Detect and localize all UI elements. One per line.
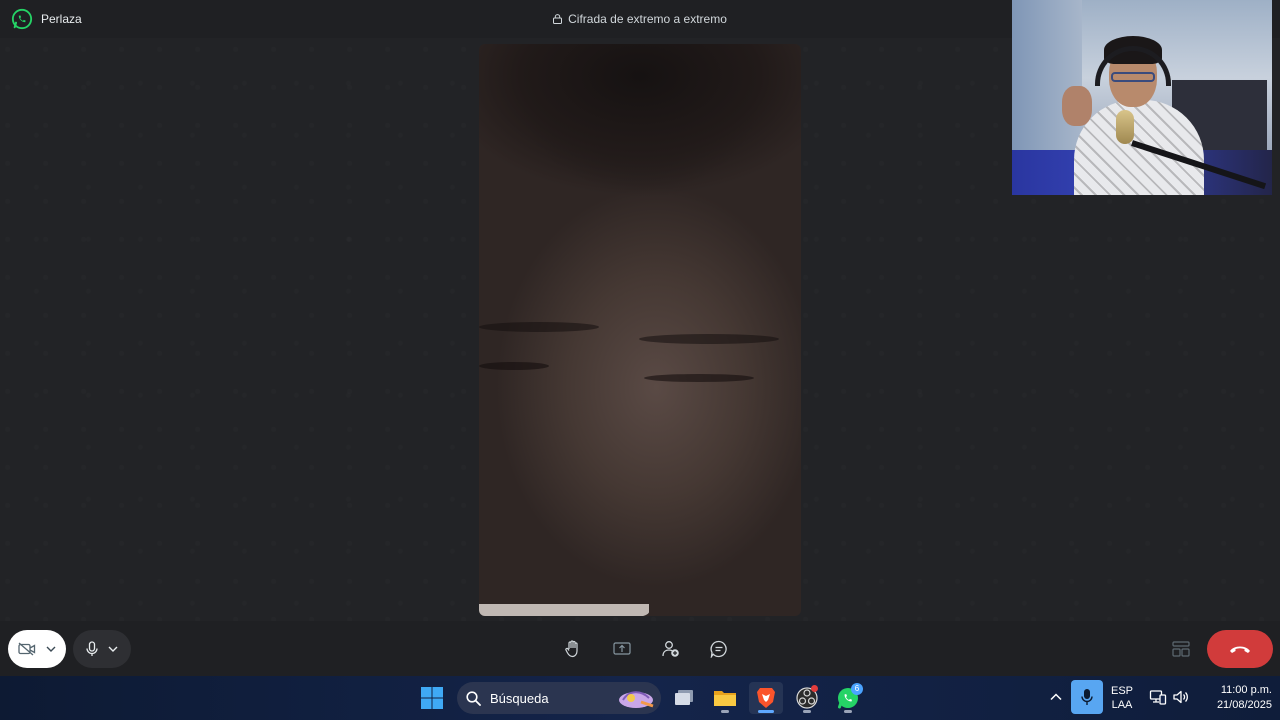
file-explorer-icon [714, 691, 736, 706]
search-icon [466, 691, 481, 706]
chevron-up-icon[interactable] [1048, 689, 1064, 705]
microphone-toggle-button[interactable] [73, 630, 131, 668]
file-explorer-button[interactable] [708, 682, 742, 714]
grid-layout-icon [1172, 641, 1190, 657]
task-view-icon [675, 690, 693, 705]
call-window: Perlaza Cifrada de extremo a extremo [0, 0, 1280, 676]
camera-toggle-button[interactable] [8, 630, 66, 668]
chevron-down-icon[interactable] [46, 646, 56, 652]
add-participant-button[interactable] [660, 638, 682, 660]
remote-video-hair [479, 44, 801, 204]
chevron-down-icon[interactable] [108, 646, 118, 652]
remote-video-brow-left [479, 322, 599, 332]
system-clock[interactable]: 11:00 p.m. 21/08/2025 [1196, 683, 1272, 713]
microphone-icon [86, 641, 98, 656]
network-icon[interactable] [1149, 688, 1167, 706]
language-code: ESP [1110, 685, 1133, 697]
app-running-indicator [844, 710, 852, 713]
microphone-in-use-indicator[interactable] [1071, 680, 1103, 714]
start-icon[interactable] [420, 686, 444, 710]
clock-time: 11:00 p.m. [1220, 684, 1272, 696]
microphone-icon [1081, 689, 1093, 705]
app-running-indicator [721, 710, 729, 713]
raise-hand-icon [565, 640, 578, 658]
task-view-button[interactable] [667, 682, 701, 714]
input-language-indicator[interactable]: ESP LAA [1108, 684, 1136, 712]
search-placeholder: Búsqueda [490, 691, 549, 706]
obs-button[interactable] [790, 682, 824, 714]
remote-video-feed [479, 44, 801, 616]
chat-button[interactable] [708, 638, 730, 660]
add-participant-icon [662, 641, 679, 657]
self-video-preview[interactable] [1012, 0, 1272, 195]
raise-hand-button[interactable] [562, 638, 584, 660]
keyboard-layout-code: LAA [1111, 699, 1133, 711]
end-call-icon [1230, 646, 1250, 653]
encryption-text: Cifrada de extremo a extremo [568, 12, 727, 26]
brave-browser-button[interactable] [749, 682, 783, 714]
search-highlight-bird-icon [619, 691, 654, 708]
share-screen-icon [613, 642, 631, 655]
lock-icon [553, 14, 563, 24]
end-call-button[interactable] [1207, 630, 1273, 668]
call-controls-bar [0, 621, 1280, 676]
remote-video-eye-left [479, 362, 549, 370]
share-screen-button[interactable] [611, 638, 633, 660]
remote-video-brow-right [639, 334, 779, 344]
chat-icon [710, 640, 727, 658]
brave-browser-icon [757, 688, 775, 708]
remote-video-mouth [479, 604, 649, 616]
app-active-indicator [758, 710, 774, 713]
recording-dot [811, 685, 818, 692]
app-running-indicator [803, 710, 811, 713]
self-video-microphone [1116, 110, 1134, 144]
notification-badge: 6 [851, 683, 863, 695]
volume-icon[interactable] [1172, 688, 1190, 706]
clock-date: 21/08/2025 [1216, 699, 1272, 711]
remote-video-eye-right [644, 374, 754, 382]
windows-taskbar: Búsqueda 6 ESP LAA 11:00 p.m. 21/08/2025 [0, 676, 1280, 720]
taskbar-search-box[interactable]: Búsqueda [457, 682, 661, 714]
camera-off-icon [18, 642, 36, 656]
whatsapp-taskbar-button[interactable]: 6 [831, 682, 865, 714]
layout-button[interactable] [1170, 638, 1192, 660]
self-video-glasses [1111, 72, 1155, 82]
self-video-hand [1062, 86, 1092, 126]
